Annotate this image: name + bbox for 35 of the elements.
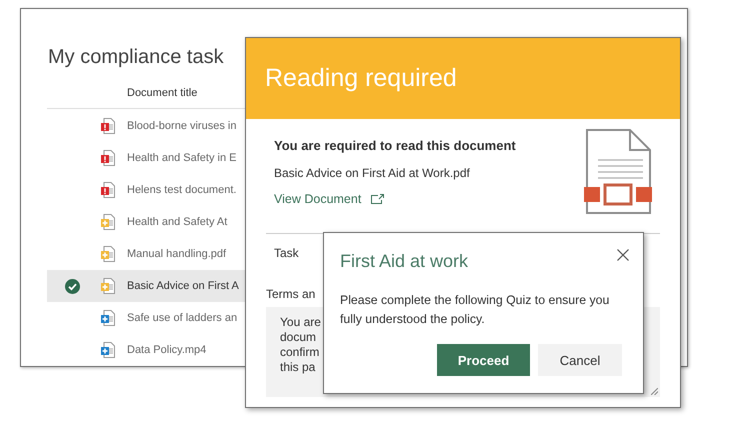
resize-grip-icon[interactable] [651,388,658,395]
document-title: Basic Advice on First A [127,280,239,292]
document-row[interactable]: Health and Safety in E [47,142,271,174]
document-row[interactable]: Data Policy.mp4 [47,334,271,366]
document-title: Manual handling.pdf [127,248,226,260]
document-title: Helens test document. [127,184,236,196]
file-name: Basic Advice on First Aid at Work.pdf [274,166,471,180]
cancel-button[interactable]: Cancel [538,344,622,376]
view-document-link[interactable]: View Document [274,192,362,206]
check-circle-icon [65,278,80,294]
terms-text-line: confirm [280,345,320,359]
dialog-heading: You are required to read this document [274,138,516,153]
terms-text-line: docum [280,330,316,344]
document-title: Health and Safety in E [127,152,236,164]
page-title: My compliance task [48,45,225,70]
document-row[interactable]: Safe use of ladders an [47,302,271,334]
external-link-icon[interactable] [371,194,384,204]
terms-text-line: this pa [280,360,316,374]
terms-text-line: You are [280,315,321,329]
document-row[interactable]: Helens test document. [47,174,271,206]
dialog-message: Please complete the following Quiz to ensure you fully understood the policy. [340,292,610,328]
document-row[interactable]: Health and Safety At [47,206,271,238]
proceed-button[interactable]: Proceed [437,344,530,376]
document-title: Safe use of ladders an [127,312,238,324]
document-title: Health and Safety At [127,216,228,228]
dialog-title: Reading required [265,64,457,93]
column-header: Document title [127,87,198,99]
close-icon[interactable] [617,249,629,261]
document-row[interactable]: Blood-borne viruses in [47,110,271,142]
document-title: Data Policy.mp4 [127,344,206,356]
task-label: Task [274,246,299,260]
dialog-title: First Aid at work [340,251,468,272]
document-icon [584,129,652,215]
document-row[interactable]: Manual handling.pdf [47,238,271,270]
document-title: Blood-borne viruses in [127,120,236,132]
